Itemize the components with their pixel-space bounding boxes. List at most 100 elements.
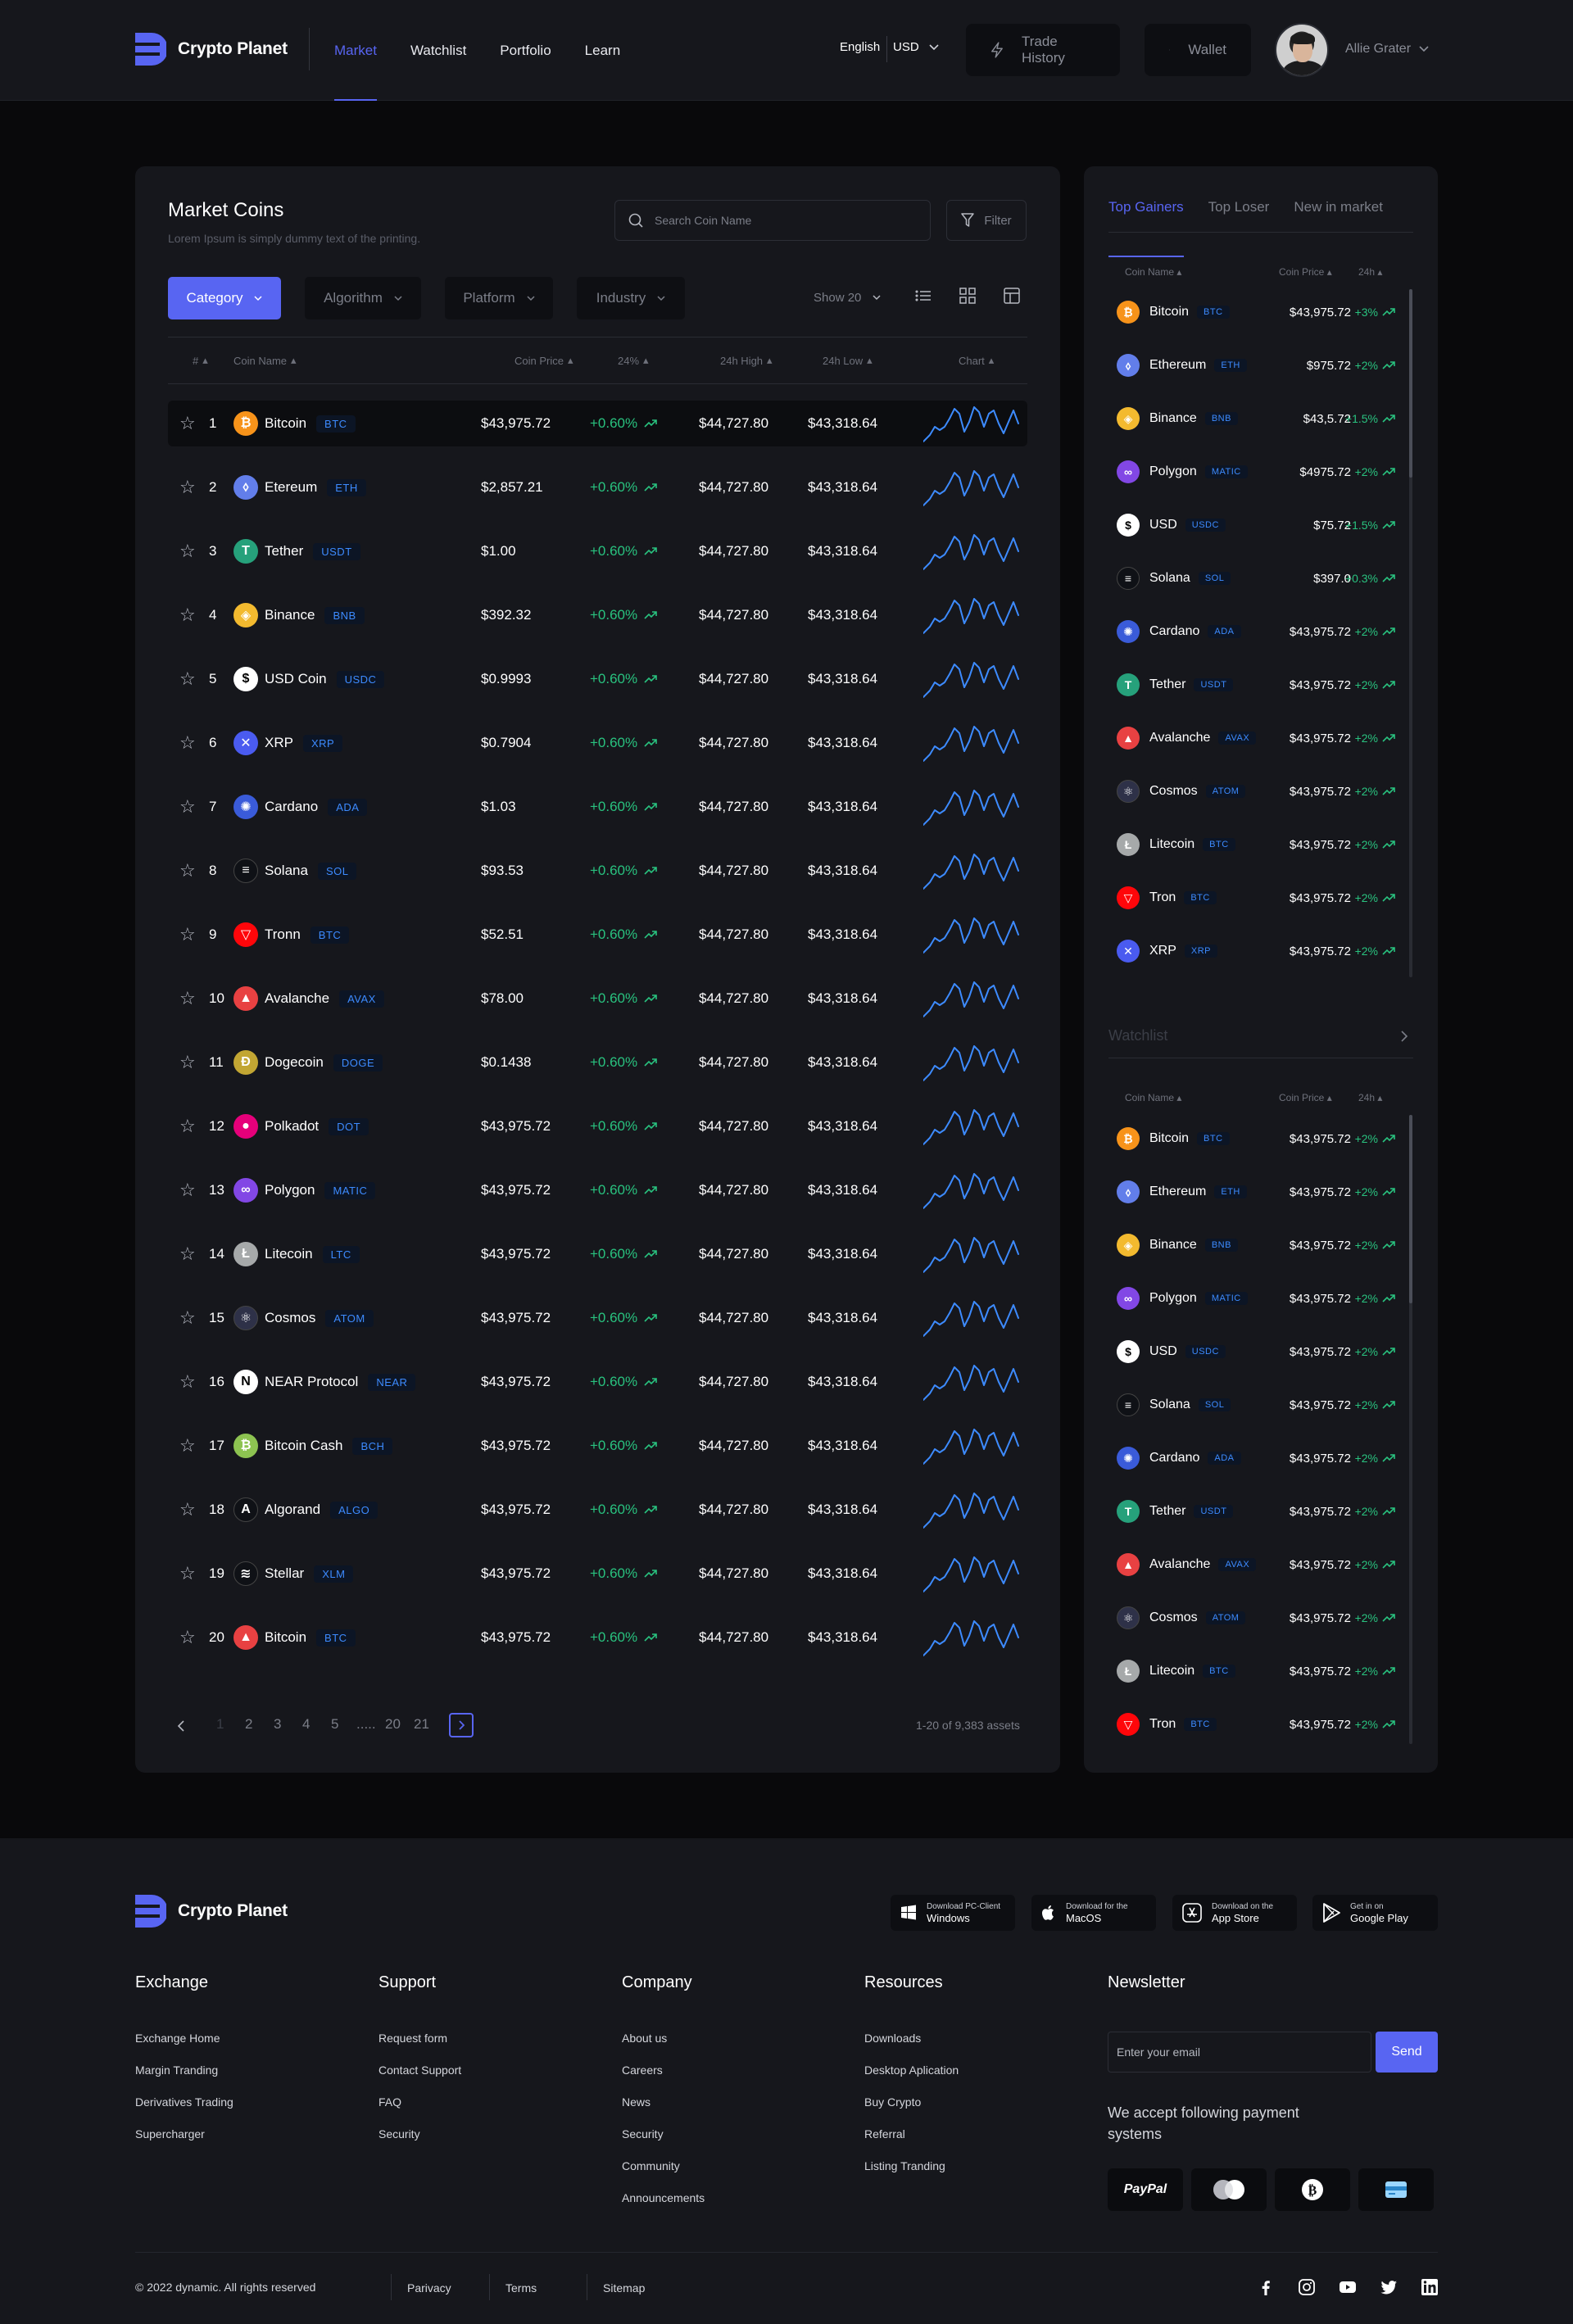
list-item[interactable]: Ł Litecoin BTC $43,975.72 +2% — [1117, 1656, 1395, 1687]
page-number[interactable]: 2 — [245, 1716, 252, 1733]
chevron-right-icon[interactable] — [1400, 1031, 1408, 1042]
app-store-button[interactable]: Download on the App Store — [1172, 1895, 1297, 1931]
gainers-scrollbar[interactable] — [1409, 289, 1412, 977]
list-item[interactable]: ▲ Avalanche AVAX $43,975.72 +2% — [1117, 723, 1395, 754]
list-item[interactable]: ✺ Cardano ADA $43,975.72 +2% — [1117, 616, 1395, 647]
list-item[interactable]: ◈ Binance BNB $43,975.72 +2% — [1117, 1230, 1395, 1261]
star-icon[interactable]: ☆ — [179, 656, 196, 702]
star-icon[interactable]: ☆ — [179, 1423, 196, 1469]
google-play-button[interactable]: Get in on Google Play — [1312, 1895, 1438, 1931]
wallet-button[interactable]: Wallet — [1145, 24, 1251, 76]
table-row[interactable]: ☆ 10 ▲ Avalanche AVAX $78.00 +0.60% $44,727.80 $… — [168, 976, 1027, 1022]
footer-link[interactable]: Careers — [622, 2064, 663, 2077]
star-icon[interactable]: ☆ — [179, 1295, 196, 1341]
col-coin-name[interactable]: Coin Name ▴ — [233, 354, 297, 367]
algorithm-dropdown[interactable]: Algorithm — [305, 277, 421, 319]
page-number[interactable]: 21 — [414, 1716, 429, 1733]
footer-link[interactable]: FAQ — [379, 2095, 401, 2109]
footer-link[interactable]: News — [622, 2095, 651, 2109]
star-icon[interactable]: ☆ — [179, 592, 196, 638]
brand-logo[interactable]: Crypto Planet — [135, 33, 288, 66]
footer-link[interactable]: Buy Crypto — [864, 2095, 921, 2109]
col-chart[interactable]: Chart ▴ — [959, 354, 994, 367]
table-row[interactable]: ☆ 2 ⬨ Etereum ETH $2,857.21 +0.60% $44,727.80 $4… — [168, 464, 1027, 510]
table-row[interactable]: ☆ 19 ≋ Stellar XLM $43,975.72 +0.60% $44,727.80… — [168, 1551, 1027, 1597]
trade-history-button[interactable]: Trade History — [966, 24, 1120, 76]
star-icon[interactable]: ☆ — [179, 1551, 196, 1597]
list-item[interactable]: ₿ Bitcoin BTC $43,975.72 +2% — [1117, 1123, 1395, 1154]
footer-link[interactable]: Exchange Home — [135, 2032, 220, 2045]
gainers-col-price[interactable]: Coin Price ▴ — [1279, 266, 1332, 278]
list-item[interactable]: ⬨ Ethereum ETH $975.72 +2% — [1117, 350, 1395, 381]
list-item[interactable]: ▽ Tron BTC $43,975.72 +2% — [1117, 1709, 1395, 1740]
user-menu[interactable]: Allie Grater — [1345, 42, 1429, 57]
table-row[interactable]: ☆ 17 ₿ Bitcoin Cash BCH $43,975.72 +0.60% $44,7… — [168, 1423, 1027, 1469]
list-item[interactable]: ≡ Solana SOL $397.0 +0.3% — [1117, 563, 1395, 594]
tab-top-gainers[interactable]: Top Gainers — [1108, 187, 1184, 257]
list-item[interactable]: ⚛ Cosmos ATOM $43,975.72 +2% — [1117, 1602, 1395, 1633]
footer-link[interactable]: Desktop Aplication — [864, 2064, 959, 2077]
footer-link[interactable]: Margin Tranding — [135, 2064, 218, 2077]
industry-dropdown[interactable]: Industry — [577, 277, 685, 319]
page-number[interactable]: 3 — [274, 1716, 281, 1733]
list-item[interactable]: ▽ Tron BTC $43,975.72 +2% — [1117, 882, 1395, 913]
list-item[interactable]: ◈ Binance BNB $43,5.72 +1.5% — [1117, 403, 1395, 434]
linkedin-icon[interactable] — [1421, 2278, 1439, 2296]
footer-link[interactable]: Referral — [864, 2127, 905, 2141]
table-row[interactable]: ☆ 4 ◈ Binance BNB $392.32 +0.60% $44,727.80 $43,… — [168, 592, 1027, 638]
table-row[interactable]: ☆ 14 Ł Litecoin LTC $43,975.72 +0.60% $44,727.8… — [168, 1231, 1027, 1277]
footer-link[interactable]: Request form — [379, 2032, 447, 2045]
table-row[interactable]: ☆ 9 ▽ Tronn BTC $52.51 +0.60% $44,727.80 $43,318… — [168, 912, 1027, 958]
star-icon[interactable]: ☆ — [179, 1359, 196, 1405]
table-row[interactable]: ☆ 11 Ð Dogecoin DOGE $0.1438 +0.60% $44,727.80 $… — [168, 1040, 1027, 1085]
star-icon[interactable]: ☆ — [179, 528, 196, 574]
table-row[interactable]: ☆ 13 ∞ Polygon MATIC $43,975.72 +0.60% $44,727.… — [168, 1167, 1027, 1213]
footer-link[interactable]: Listing Tranding — [864, 2159, 945, 2172]
star-icon[interactable]: ☆ — [179, 1487, 196, 1533]
page-number[interactable]: 20 — [385, 1716, 401, 1733]
footer-link[interactable]: Contact Support — [379, 2064, 461, 2077]
watchlist-scrollbar[interactable] — [1409, 1115, 1412, 1744]
table-row[interactable]: ☆ 16 N NEAR Protocol NEAR $43,975.72 +0.60% $44… — [168, 1359, 1027, 1405]
list-item[interactable]: T Tether USDT $43,975.72 +2% — [1117, 669, 1395, 700]
list-item[interactable]: ≡ Solana SOL $43,975.72 +2% — [1117, 1389, 1395, 1420]
footer-link[interactable]: Announcements — [622, 2191, 705, 2204]
star-icon[interactable]: ☆ — [179, 720, 196, 766]
star-icon[interactable]: ☆ — [179, 912, 196, 958]
list-item[interactable]: ✺ Cardano ADA $43,975.72 +2% — [1117, 1443, 1395, 1474]
star-icon[interactable]: ☆ — [179, 1103, 196, 1149]
gainers-col-name[interactable]: Coin Name ▴ — [1125, 266, 1181, 278]
watch-col-name[interactable]: Coin Name ▴ — [1125, 1092, 1181, 1103]
table-row[interactable]: ☆ 5 $ USD Coin USDC $0.9993 +0.60% $44,727.80 $4… — [168, 656, 1027, 702]
language-select[interactable]: English — [840, 40, 880, 54]
terms-link[interactable]: Terms — [505, 2281, 537, 2295]
windows-download-button[interactable]: Download PC-Client Windows — [891, 1895, 1015, 1931]
col-coin-price[interactable]: Coin Price ▴ — [515, 354, 573, 367]
footer-link[interactable]: Community — [622, 2159, 680, 2172]
privacy-link[interactable]: Parivacy — [407, 2281, 451, 2295]
grid-view-icon[interactable] — [959, 288, 976, 304]
list-item[interactable]: T Tether USDT $43,975.72 +2% — [1117, 1496, 1395, 1527]
gainers-col-change[interactable]: 24h ▴ — [1358, 266, 1382, 278]
table-row[interactable]: ☆ 8 ≡ Solana SOL $93.53 +0.60% $44,727.80 $43,31… — [168, 848, 1027, 894]
twitter-icon[interactable] — [1380, 2278, 1398, 2296]
page-size-select[interactable]: Show 20 — [814, 291, 881, 305]
table-row[interactable]: ☆ 18 A Algorand ALGO $43,975.72 +0.60% $44,727.… — [168, 1487, 1027, 1533]
youtube-icon[interactable] — [1339, 2278, 1357, 2296]
list-item[interactable]: $ USD USDC $75.72 +1.5% — [1117, 510, 1395, 541]
table-row[interactable]: ☆ 7 ✺ Cardano ADA $1.03 +0.60% $44,727.80 $43,31… — [168, 784, 1027, 830]
list-item[interactable]: ∞ Polygon MATIC $43,975.72 +2% — [1117, 1283, 1395, 1314]
page-number[interactable]: 4 — [302, 1716, 310, 1733]
table-row[interactable]: ☆ 12 ● Polkadot DOT $43,975.72 +0.60% $44,727.8… — [168, 1103, 1027, 1149]
footer-brand-logo[interactable]: Crypto Planet — [135, 1895, 288, 1928]
footer-link[interactable]: Derivatives Trading — [135, 2095, 233, 2109]
list-item[interactable]: ⚛ Cosmos ATOM $43,975.72 +2% — [1117, 776, 1395, 807]
star-icon[interactable]: ☆ — [179, 976, 196, 1022]
footer-link[interactable]: About us — [622, 2032, 667, 2045]
list-item[interactable]: ₿ Bitcoin BTC $43,975.72 +3% — [1117, 297, 1395, 328]
sitemap-link[interactable]: Sitemap — [603, 2281, 645, 2295]
nav-learn[interactable]: Learn — [585, 0, 620, 101]
list-item[interactable]: $ USD USDC $43,975.72 +2% — [1117, 1336, 1395, 1367]
table-row[interactable]: ☆ 6 ✕ XRP XRP $0.7904 +0.60% $44,727.80 $43,318.… — [168, 720, 1027, 766]
watch-col-price[interactable]: Coin Price ▴ — [1279, 1092, 1332, 1103]
